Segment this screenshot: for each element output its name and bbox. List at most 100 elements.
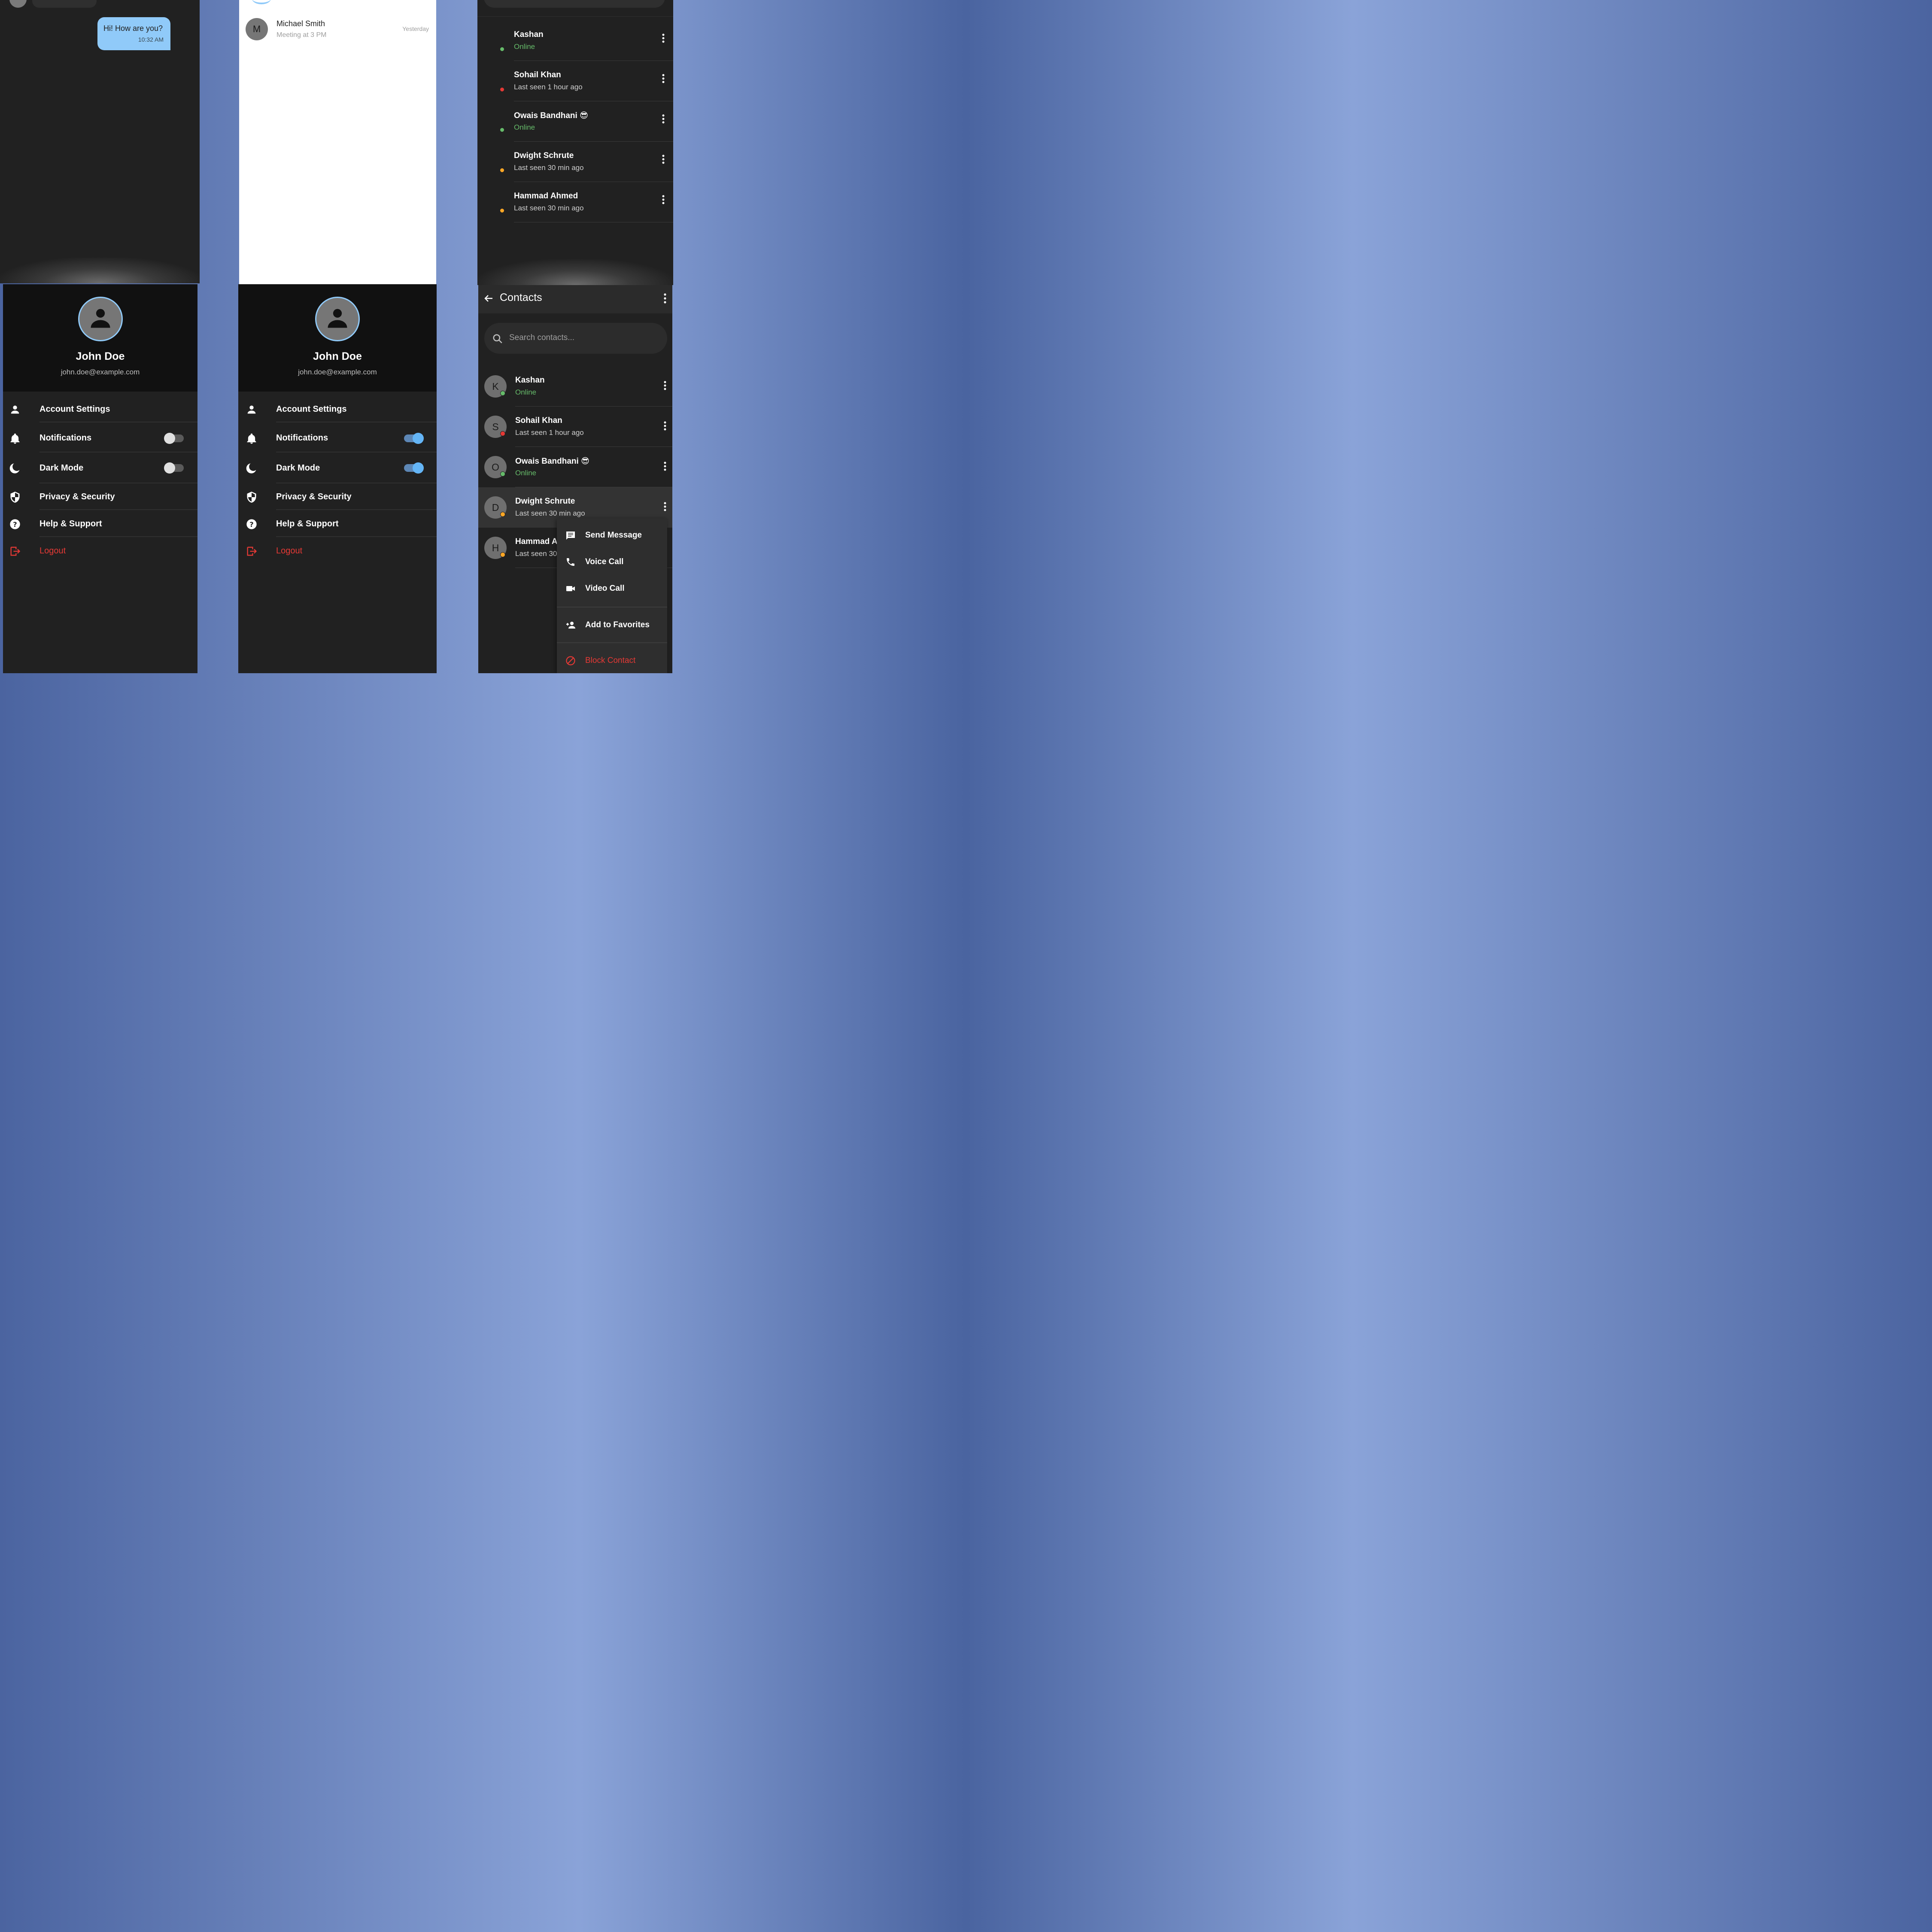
chat-name: Michael Smith <box>276 19 325 28</box>
contact-status: Online <box>514 43 535 51</box>
menu-item-send-message[interactable]: Send Message <box>557 522 667 549</box>
profile-name: John Doe <box>76 350 125 362</box>
moon-icon <box>246 462 258 474</box>
screen-fade <box>477 259 673 285</box>
contact-status: Last seen 30 min ago <box>515 509 585 517</box>
menu-item-dark-mode[interactable]: Dark Mode <box>238 453 437 483</box>
menu-item-video-call[interactable]: Video Call <box>557 576 667 602</box>
search-bar[interactable] <box>484 0 665 8</box>
more-vert-icon[interactable] <box>662 74 665 85</box>
contact-name: Hammad Ahmed <box>514 191 578 200</box>
contact-row[interactable]: K Kashan Online <box>478 366 672 407</box>
profile-email: john.doe@example.com <box>61 368 140 376</box>
menu-item-logout[interactable]: Logout <box>3 538 197 564</box>
menu-item-label: Account Settings <box>276 404 347 414</box>
divider <box>39 452 197 453</box>
page-title: Contacts <box>500 292 542 304</box>
chat-preview: Meeting at 3 PM <box>276 31 327 39</box>
menu-item-voice-call[interactable]: Voice Call <box>557 549 667 576</box>
sent-message-bubble[interactable]: Hi! How are you? 10:32 AM <box>97 17 170 50</box>
shield-icon <box>246 491 258 503</box>
more-vert-icon[interactable] <box>664 462 666 473</box>
notifications-toggle[interactable] <box>403 433 424 444</box>
menu-item-label: Notifications <box>39 433 92 443</box>
menu-item-help-support[interactable]: ? Help & Support <box>238 510 437 537</box>
more-vert-icon[interactable] <box>664 502 666 513</box>
contact-status: Last seen 30 min ago <box>514 204 584 212</box>
moon-icon <box>9 462 21 474</box>
menu-item-privacy-security[interactable]: Privacy & Security <box>238 483 437 510</box>
menu-item-privacy-security[interactable]: Privacy & Security <box>3 483 197 510</box>
menu-item-add-to-favorites[interactable]: Add to Favorites <box>557 612 667 639</box>
logout-icon <box>246 545 258 557</box>
divider <box>39 509 197 510</box>
menu-item-label: Dark Mode <box>39 463 84 473</box>
menu-item-logout[interactable]: Logout <box>238 538 437 564</box>
menu-item-account-settings[interactable]: Account Settings <box>238 396 437 422</box>
contact-status: Last seen 30 <box>515 550 557 558</box>
menu-item-label: Help & Support <box>276 519 339 529</box>
menu-item-help-support[interactable]: ? Help & Support <box>3 510 197 537</box>
more-vert-icon[interactable] <box>662 33 665 45</box>
more-vert-icon[interactable] <box>662 195 665 207</box>
arrow-back-icon[interactable] <box>483 293 494 306</box>
more-vert-icon[interactable] <box>664 381 666 392</box>
contact-row[interactable]: S Sohail Khan Last seen 1 hour ago <box>478 407 672 447</box>
emoji: 😎 <box>580 111 588 120</box>
menu-item-notifications[interactable]: Notifications <box>3 423 197 453</box>
menu-item-label: Dark Mode <box>276 463 320 473</box>
contact-name: Dwight Schrute <box>515 497 575 506</box>
contact-row[interactable]: O Owais Bandhani 😎 Online <box>478 447 672 487</box>
notifications-toggle[interactable] <box>164 433 185 444</box>
menu-item-label: Send Message <box>585 531 642 540</box>
more-vert-icon[interactable] <box>664 293 666 306</box>
menu-item-label: Help & Support <box>39 519 102 529</box>
contact-name: Owais Bandhani 😎 <box>514 111 588 120</box>
status-dot <box>500 47 504 51</box>
menu-item-notifications[interactable]: Notifications <box>238 423 437 453</box>
help-icon: ? <box>9 518 21 530</box>
dark-mode-toggle[interactable] <box>403 462 424 474</box>
avatar: M <box>246 18 268 40</box>
more-vert-icon[interactable] <box>662 114 665 126</box>
menu-item-label: Block Contact <box>585 656 636 665</box>
contact-row[interactable]: Dwight Schrute Last seen 30 min ago <box>477 142 673 182</box>
contact-status: Last seen 30 min ago <box>514 164 584 172</box>
status-dot <box>500 209 504 213</box>
phone-icon <box>565 557 576 569</box>
contact-row[interactable]: Sohail Khan Last seen 1 hour ago <box>477 61 673 101</box>
contact-row[interactable]: Kashan Online <box>477 21 673 61</box>
peer-avatar[interactable] <box>9 0 27 8</box>
menu-item-account-settings[interactable]: Account Settings <box>3 396 197 422</box>
contact-status: Online <box>515 469 537 477</box>
person-icon <box>246 404 258 416</box>
contact-row[interactable]: Owais Bandhani 😎 Online <box>477 101 673 142</box>
menu-item-dark-mode[interactable]: Dark Mode <box>3 453 197 483</box>
status-dot <box>500 168 504 172</box>
menu-item-label: Privacy & Security <box>276 492 352 501</box>
videocam-icon <box>565 583 576 596</box>
received-message-bubble <box>32 0 97 8</box>
person-icon <box>9 404 21 416</box>
shield-icon <box>9 491 21 503</box>
help-icon: ? <box>246 518 258 530</box>
contact-row[interactable]: Hammad Ahmed Last seen 30 min ago <box>477 182 673 222</box>
chat-time: Yesterday <box>402 25 429 32</box>
menu-item-block-contact[interactable]: Block Contact <box>557 648 667 673</box>
status-dot <box>500 128 504 132</box>
search-placeholder: Search contacts... <box>509 333 575 342</box>
contact-name: Dwight Schrute <box>514 151 574 160</box>
app-bar: Contacts <box>478 285 672 313</box>
menu-item-label: Account Settings <box>39 404 110 414</box>
more-vert-icon[interactable] <box>664 421 666 433</box>
profile-avatar[interactable] <box>315 297 360 341</box>
more-vert-icon[interactable] <box>662 155 665 166</box>
svg-text:?: ? <box>249 520 253 529</box>
search-input[interactable]: Search contacts... <box>484 323 667 354</box>
contact-name: Hammad Ah <box>515 537 563 546</box>
dark-mode-toggle[interactable] <box>164 462 185 474</box>
profile-avatar[interactable] <box>78 297 123 341</box>
menu-item-label: Video Call <box>585 584 625 593</box>
search-icon <box>492 333 503 346</box>
contact-name: Owais Bandhani 😎 <box>515 457 589 466</box>
